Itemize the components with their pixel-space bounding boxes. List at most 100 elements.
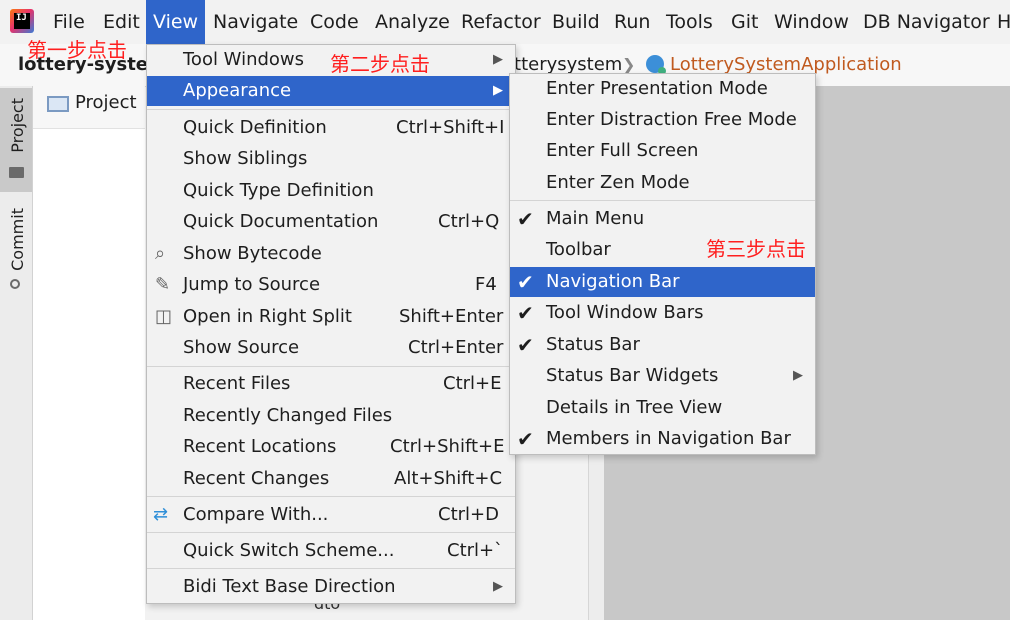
tab-project-label: Project [8, 98, 27, 153]
menu-item-shortcut: Ctrl+D [438, 504, 499, 525]
annotation-step1: 第一步点击 [27, 38, 127, 62]
checkmark-icon: ✔ [517, 207, 534, 231]
menu-item-label: Open in Right Split [183, 306, 352, 327]
menu-git[interactable]: Git [724, 0, 765, 44]
menu-item-shortcut: Ctrl+Enter [408, 337, 504, 358]
menu-item-members-in-navigation-bar[interactable]: ✔ Members in Navigation Bar [510, 424, 815, 454]
menu-item-open-in-right-split[interactable]: ◫ Open in Right Split Shift+Enter [147, 302, 515, 332]
menu-window[interactable]: Window [767, 0, 856, 44]
menu-item-recent-files[interactable]: Recent Files Ctrl+E [147, 369, 515, 399]
menu-separator [147, 568, 515, 569]
menu-separator [147, 496, 515, 497]
menu-item-label: Show Source [183, 337, 300, 358]
menu-item-recently-changed-files[interactable]: Recently Changed Files [147, 401, 515, 431]
menu-item-show-source[interactable]: Show Source Ctrl+Enter [147, 333, 515, 363]
menu-item-status-bar[interactable]: ✔ Status Bar [510, 330, 815, 360]
menu-item-label: Recently Changed Files [183, 405, 393, 426]
menu-item-shortcut: Ctrl+Shift+I [396, 117, 505, 138]
menu-item-bidi-text-base-direction[interactable]: Bidi Text Base Direction ▶ [147, 572, 515, 602]
menu-item-tool-window-bars[interactable]: ✔ Tool Window Bars [510, 298, 815, 328]
menu-item-shortcut: Ctrl+E [443, 373, 502, 394]
submenu-arrow-icon: ▶ [493, 579, 503, 594]
menu-item-label: Quick Documentation [183, 211, 379, 232]
menu-item-label: Recent Files [183, 373, 291, 394]
menu-item-shortcut: Ctrl+Shift+E [390, 436, 505, 457]
checkmark-icon: ✔ [517, 270, 534, 294]
menu-item-quick-type-definition[interactable]: Quick Type Definition [147, 176, 515, 206]
project-panel-title[interactable]: Project [75, 92, 137, 113]
menu-item-quick-documentation[interactable]: Quick Documentation Ctrl+Q [147, 207, 515, 237]
menu-analyze[interactable]: Analyze [368, 0, 457, 44]
menu-item-label: Jump to Source [183, 274, 321, 295]
commit-icon [10, 279, 20, 289]
menu-navigate[interactable]: Navigate [206, 0, 305, 44]
menu-item-shortcut: F4 [475, 274, 497, 295]
menu-item-label: Enter Zen Mode [546, 172, 690, 193]
submenu-arrow-icon: ▶ [793, 368, 803, 383]
split-icon: ◫ [155, 306, 173, 327]
menu-item-recent-locations[interactable]: Recent Locations Ctrl+Shift+E [147, 432, 515, 462]
menu-item-label: Recent Changes [183, 468, 330, 489]
menu-build[interactable]: Build [545, 0, 607, 44]
project-window-icon [47, 96, 69, 112]
menu-item-label: Bidi Text Base Direction [183, 576, 396, 597]
menu-item-details-in-tree-view[interactable]: Details in Tree View [510, 393, 815, 423]
menu-item-enter-zen-mode[interactable]: Enter Zen Mode [510, 168, 815, 198]
intellij-logo-icon: IJ [10, 9, 34, 33]
menu-item-quick-definition[interactable]: Quick Definition Ctrl+Shift+I [147, 113, 515, 143]
menu-item-label: Recent Locations [183, 436, 337, 457]
folder-icon [9, 167, 24, 178]
menu-item-jump-to-source[interactable]: ✎ Jump to Source F4 [147, 270, 515, 300]
tool-window-strip: Project Commit [0, 86, 33, 620]
menu-item-enter-full-screen[interactable]: Enter Full Screen [510, 136, 815, 166]
annotation-step3: 第三步点击 [706, 237, 806, 261]
submenu-arrow-icon: ▶ [493, 52, 503, 67]
menu-item-shortcut: Ctrl+Q [438, 211, 500, 232]
pencil-icon: ✎ [155, 274, 171, 295]
menu-item-label: Details in Tree View [546, 397, 723, 418]
menu-item-shortcut: Ctrl+` [447, 540, 504, 561]
menu-item-appearance[interactable]: Appearance ▶ [147, 76, 515, 106]
menu-help[interactable]: H [990, 0, 1010, 44]
menu-tools[interactable]: Tools [659, 0, 720, 44]
menu-item-label: Quick Definition [183, 117, 327, 138]
menu-item-label: Tool Windows [183, 49, 305, 70]
menu-run[interactable]: Run [607, 0, 657, 44]
checkmark-icon: ✔ [517, 333, 534, 357]
menu-item-show-bytecode[interactable]: ⌕ Show Bytecode [147, 239, 515, 269]
bytecode-icon: ⌕ [155, 243, 166, 264]
menu-item-recent-changes[interactable]: Recent Changes Alt+Shift+C [147, 464, 515, 494]
checkmark-icon: ✔ [517, 427, 534, 451]
menu-item-enter-distraction-free-mode[interactable]: Enter Distraction Free Mode [510, 105, 815, 135]
menu-item-label: Enter Full Screen [546, 140, 699, 161]
menu-item-quick-switch-scheme[interactable]: Quick Switch Scheme... Ctrl+` [147, 536, 515, 566]
menu-refactor[interactable]: Refactor [454, 0, 548, 44]
menu-item-label: Show Bytecode [183, 243, 322, 264]
menu-item-navigation-bar[interactable]: ✔ Navigation Bar [510, 267, 815, 297]
menu-code[interactable]: Code [303, 0, 366, 44]
menu-item-label: Main Menu [546, 208, 645, 229]
submenu-arrow-icon: ▶ [493, 83, 503, 98]
menu-item-show-siblings[interactable]: Show Siblings [147, 144, 515, 174]
menu-item-label: Tool Window Bars [546, 302, 704, 323]
menu-item-label: Show Siblings [183, 148, 308, 169]
view-menu: Tool Windows ▶ Appearance ▶ Quick Defini… [146, 44, 516, 604]
tab-project[interactable]: Project [0, 88, 32, 192]
menu-db-navigator[interactable]: DB Navigator [856, 0, 997, 44]
tab-commit[interactable]: Commit [0, 200, 32, 300]
menu-item-status-bar-widgets[interactable]: Status Bar Widgets ▶ [510, 361, 815, 391]
spring-class-icon [646, 55, 666, 75]
menu-item-label: Enter Presentation Mode [546, 78, 768, 99]
project-panel: Project [33, 86, 145, 620]
menu-item-main-menu[interactable]: ✔ Main Menu [510, 204, 815, 234]
menu-item-label: Compare With... [183, 504, 329, 525]
menu-item-label: Navigation Bar [546, 271, 680, 292]
menu-separator [147, 532, 515, 533]
menu-item-enter-presentation-mode[interactable]: Enter Presentation Mode [510, 74, 815, 104]
menu-item-compare-with[interactable]: ⇄ Compare With... Ctrl+D [147, 500, 515, 530]
compare-icon: ⇄ [153, 504, 169, 525]
menu-item-label: Members in Navigation Bar [546, 428, 791, 449]
menu-view[interactable]: View [146, 0, 206, 44]
menu-item-shortcut: Shift+Enter [399, 306, 504, 327]
menu-item-label: Appearance [183, 80, 292, 101]
